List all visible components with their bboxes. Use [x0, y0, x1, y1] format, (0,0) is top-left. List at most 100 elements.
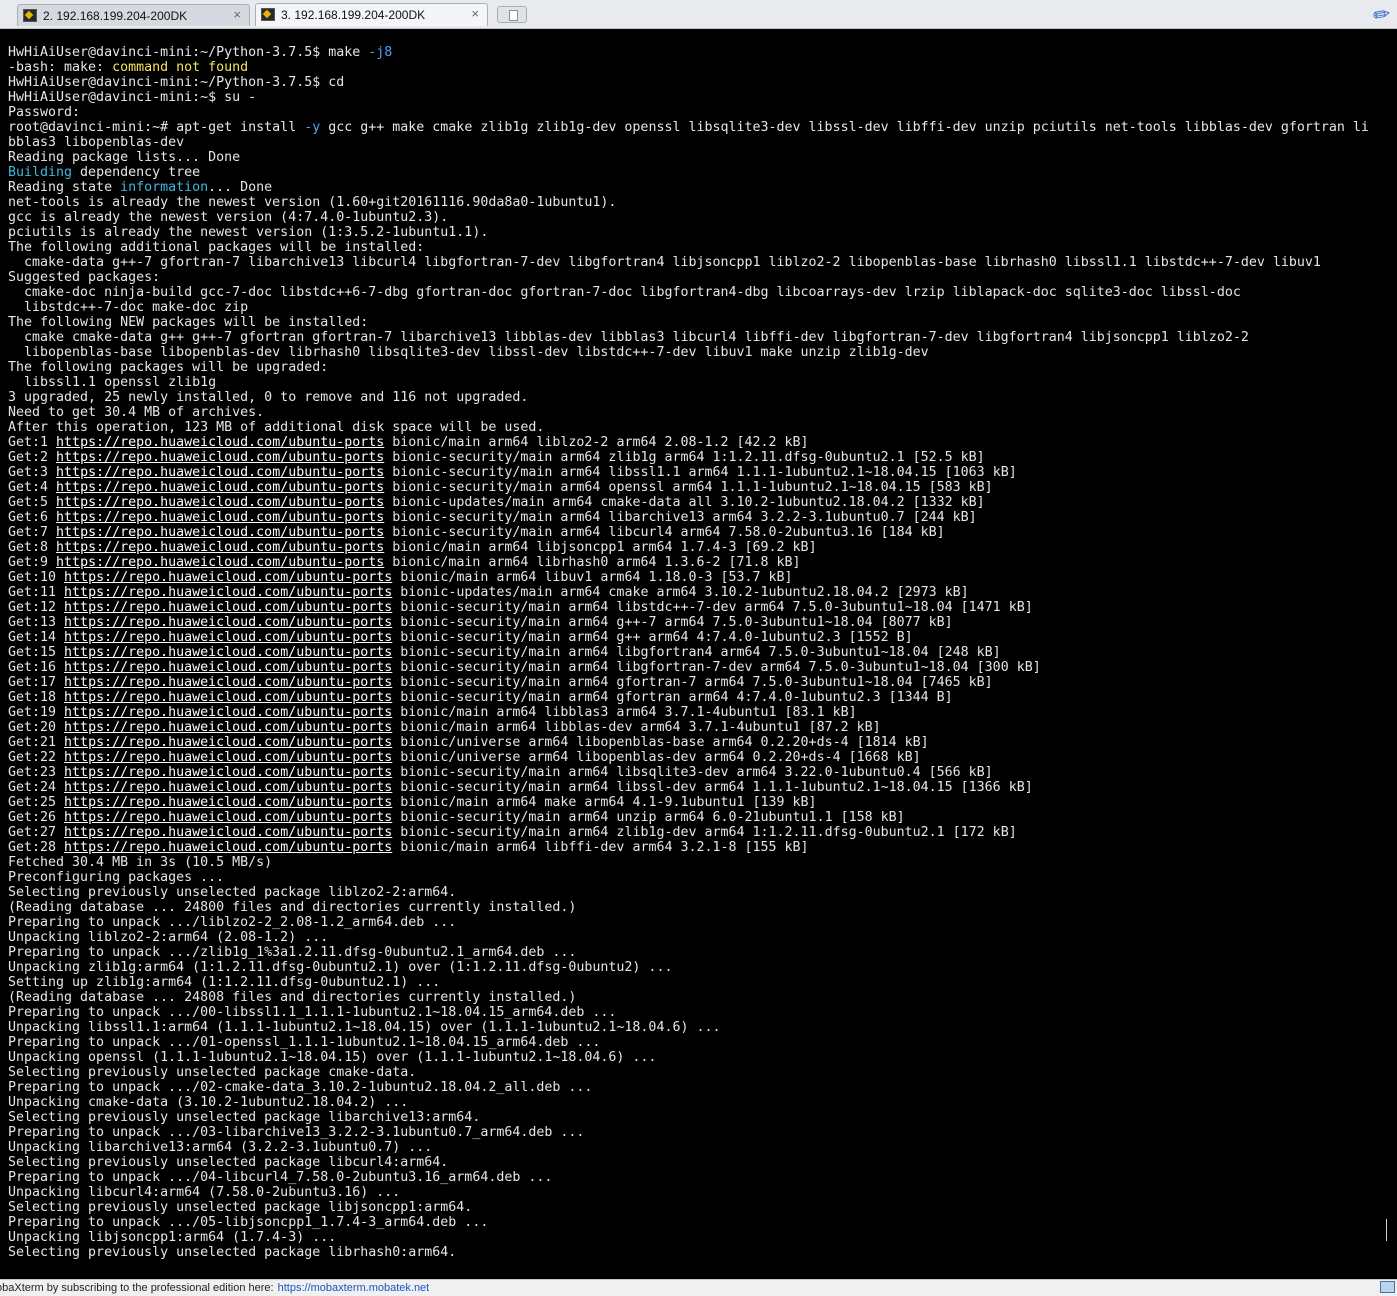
terminal-line: Preparing to unpack .../02-cmake-data_3.…	[8, 1080, 1369, 1095]
terminal-text: Get:8	[8, 540, 57, 555]
terminal-text: bionic-updates/main arm64 cmake-data all…	[384, 495, 985, 510]
terminal-text: HwHiAiUser@davinci-mini:~/Python-3.7.5$ …	[8, 45, 369, 60]
close-tab-icon[interactable]: ×	[233, 7, 241, 22]
terminal-text: Selecting previously unselected package …	[8, 1110, 481, 1125]
repo-url-link[interactable]: https://repo.huaweicloud.com/ubuntu-port…	[64, 825, 392, 840]
terminal-text: Get:2	[8, 450, 57, 465]
repo-url-link[interactable]: https://repo.huaweicloud.com/ubuntu-port…	[64, 660, 392, 675]
terminal-line: Get:28 https://repo.huaweicloud.com/ubun…	[8, 840, 1369, 855]
attachment-clip-icon[interactable]: ✐	[1366, 0, 1394, 30]
terminal-text: Get:6	[8, 510, 57, 525]
repo-url-link[interactable]: https://repo.huaweicloud.com/ubuntu-port…	[64, 570, 392, 585]
repo-url-link[interactable]: https://repo.huaweicloud.com/ubuntu-port…	[56, 465, 384, 480]
repo-url-link[interactable]: https://repo.huaweicloud.com/ubuntu-port…	[64, 705, 392, 720]
terminal-line: Get:19 https://repo.huaweicloud.com/ubun…	[8, 705, 1369, 720]
repo-url-link[interactable]: https://repo.huaweicloud.com/ubuntu-port…	[64, 840, 392, 855]
terminal-text: pciutils is already the newest version (…	[8, 225, 489, 240]
terminal-text: dependency tree	[72, 165, 201, 180]
terminal-line: Unpacking libarchive13:arm64 (3.2.2-3.1u…	[8, 1140, 1369, 1155]
terminal-text: Preparing to unpack .../05-libjsoncpp1_1…	[8, 1215, 489, 1230]
repo-url-link[interactable]: https://repo.huaweicloud.com/ubuntu-port…	[64, 810, 392, 825]
terminal-text: bionic/main arm64 liblzo2-2 arm64 2.08-1…	[384, 435, 809, 450]
terminal-text: bionic/main arm64 libffi-dev arm64 3.2.1…	[392, 840, 809, 855]
terminal-text: Preparing to unpack .../03-libarchive13_…	[8, 1125, 585, 1140]
terminal-line: The following packages will be upgraded:	[8, 360, 1369, 375]
repo-url-link[interactable]: https://repo.huaweicloud.com/ubuntu-port…	[56, 450, 384, 465]
terminal-text: Get:28	[8, 840, 65, 855]
terminal-text: Unpacking libarchive13:arm64 (3.2.2-3.1u…	[8, 1140, 433, 1155]
terminal-text: bionic/main arm64 libuv1 arm64 1.18.0-3 …	[392, 570, 793, 585]
terminal-line: Preparing to unpack .../liblzo2-2_2.08-1…	[8, 915, 1369, 930]
terminal-text: cmake cmake-data g++ g++-7 gfortran gfor…	[8, 330, 1249, 345]
monitor-icon[interactable]	[1380, 1281, 1395, 1293]
repo-url-link[interactable]: https://repo.huaweicloud.com/ubuntu-port…	[56, 480, 384, 495]
terminal-line: Selecting previously unselected package …	[8, 885, 1369, 900]
terminal-text: Selecting previously unselected package …	[8, 1245, 457, 1260]
terminal-line: bblas3 libopenblas-dev	[8, 135, 1369, 150]
repo-url-link[interactable]: https://repo.huaweicloud.com/ubuntu-port…	[64, 720, 392, 735]
repo-url-link[interactable]: https://repo.huaweicloud.com/ubuntu-port…	[64, 675, 392, 690]
terminal-lines: HwHiAiUser@davinci-mini:~/Python-3.7.5$ …	[8, 45, 1369, 1260]
terminal-text: bionic-security/main arm64 libssl1.1 arm…	[384, 465, 1017, 480]
terminal-line: Get:3 https://repo.huaweicloud.com/ubunt…	[8, 465, 1369, 480]
repo-url-link[interactable]: https://repo.huaweicloud.com/ubuntu-port…	[56, 540, 384, 555]
terminal-line: (Reading database ... 24808 files and di…	[8, 990, 1369, 1005]
repo-url-link[interactable]: https://repo.huaweicloud.com/ubuntu-port…	[64, 600, 392, 615]
terminal-text: bionic-security/main arm64 libsqlite3-de…	[392, 765, 993, 780]
repo-url-link[interactable]: https://repo.huaweicloud.com/ubuntu-port…	[56, 555, 384, 570]
repo-url-link[interactable]: https://repo.huaweicloud.com/ubuntu-port…	[64, 735, 392, 750]
terminal-line: Preconfiguring packages ...	[8, 870, 1369, 885]
terminal-text: bionic-security/main arm64 zlib1g-dev ar…	[392, 825, 1017, 840]
repo-url-link[interactable]: https://repo.huaweicloud.com/ubuntu-port…	[56, 525, 384, 540]
terminal-line: Unpacking liblzo2-2:arm64 (2.08-1.2) ...	[8, 930, 1369, 945]
tab-label: 2. 192.168.199.204-200DK	[43, 9, 188, 23]
repo-url-link[interactable]: https://repo.huaweicloud.com/ubuntu-port…	[64, 765, 392, 780]
terminal-text: Reading package lists... Done	[8, 150, 241, 165]
status-message: obaXterm by subscribing to the professio…	[0, 1282, 274, 1294]
terminal-line: Preparing to unpack .../05-libjsoncpp1_1…	[8, 1215, 1369, 1230]
new-tab-icon[interactable]	[497, 6, 527, 23]
repo-url-link[interactable]: https://repo.huaweicloud.com/ubuntu-port…	[64, 690, 392, 705]
repo-url-link[interactable]: https://repo.huaweicloud.com/ubuntu-port…	[56, 495, 384, 510]
repo-url-link[interactable]: https://repo.huaweicloud.com/ubuntu-port…	[64, 585, 392, 600]
terminal-line: Get:1 https://repo.huaweicloud.com/ubunt…	[8, 435, 1369, 450]
repo-url-link[interactable]: https://repo.huaweicloud.com/ubuntu-port…	[64, 795, 392, 810]
terminal-line: libstdc++-7-doc make-doc zip	[8, 300, 1369, 315]
terminal-text: gcc is already the newest version (4:7.4…	[8, 210, 449, 225]
repo-url-link[interactable]: https://repo.huaweicloud.com/ubuntu-port…	[56, 510, 384, 525]
terminal-line: gcc is already the newest version (4:7.4…	[8, 210, 1369, 225]
terminal-text: bionic-security/main arm64 zlib1g arm64 …	[384, 450, 985, 465]
terminal-line: Get:17 https://repo.huaweicloud.com/ubun…	[8, 675, 1369, 690]
close-tab-icon[interactable]: ×	[471, 6, 479, 21]
tab-session-2[interactable]: 2. 192.168.199.204-200DK ×	[17, 4, 250, 26]
terminal-text: After this operation, 123 MB of addition…	[8, 420, 545, 435]
terminal-text: Unpacking cmake-data (3.10.2-1ubuntu2.18…	[8, 1095, 409, 1110]
terminal-text: (Reading database ... 24808 files and di…	[8, 990, 577, 1005]
terminal-line: Fetched 30.4 MB in 3s (10.5 MB/s)	[8, 855, 1369, 870]
terminal-text: Unpacking zlib1g:arm64 (1:1.2.11.dfsg-0u…	[8, 960, 673, 975]
terminal-line: Get:23 https://repo.huaweicloud.com/ubun…	[8, 765, 1369, 780]
terminal-line: Selecting previously unselected package …	[8, 1155, 1369, 1170]
repo-url-link[interactable]: https://repo.huaweicloud.com/ubuntu-port…	[64, 645, 392, 660]
repo-url-link[interactable]: https://repo.huaweicloud.com/ubuntu-port…	[64, 630, 392, 645]
terminal-text: HwHiAiUser@davinci-mini:~$ su -	[8, 90, 257, 105]
tab-session-3[interactable]: 3. 192.168.199.204-200DK ×	[255, 3, 488, 26]
terminal-output[interactable]: HwHiAiUser@davinci-mini:~/Python-3.7.5$ …	[0, 29, 1397, 1279]
repo-url-link[interactable]: https://repo.huaweicloud.com/ubuntu-port…	[64, 750, 392, 765]
terminal-text: Get:12	[8, 600, 65, 615]
terminal-line: Get:13 https://repo.huaweicloud.com/ubun…	[8, 615, 1369, 630]
repo-url-link[interactable]: https://repo.huaweicloud.com/ubuntu-port…	[64, 780, 392, 795]
terminal-line: Get:7 https://repo.huaweicloud.com/ubunt…	[8, 525, 1369, 540]
terminal-line: Unpacking zlib1g:arm64 (1:1.2.11.dfsg-0u…	[8, 960, 1369, 975]
terminal-line: The following additional packages will b…	[8, 240, 1369, 255]
terminal-text: Get:10	[8, 570, 65, 585]
terminal-line: Get:16 https://repo.huaweicloud.com/ubun…	[8, 660, 1369, 675]
repo-url-link[interactable]: https://repo.huaweicloud.com/ubuntu-port…	[56, 435, 384, 450]
terminal-line: pciutils is already the newest version (…	[8, 225, 1369, 240]
terminal-text: bionic/main arm64 libblas-dev arm64 3.7.…	[392, 720, 881, 735]
terminal-line: cmake-doc ninja-build gcc-7-doc libstdc+…	[8, 285, 1369, 300]
mobaxterm-link[interactable]: https://mobaxterm.mobatek.net	[278, 1282, 430, 1294]
repo-url-link[interactable]: https://repo.huaweicloud.com/ubuntu-port…	[64, 615, 392, 630]
terminal-text: Preconfiguring packages ...	[8, 870, 225, 885]
terminal-text: Get:4	[8, 480, 57, 495]
